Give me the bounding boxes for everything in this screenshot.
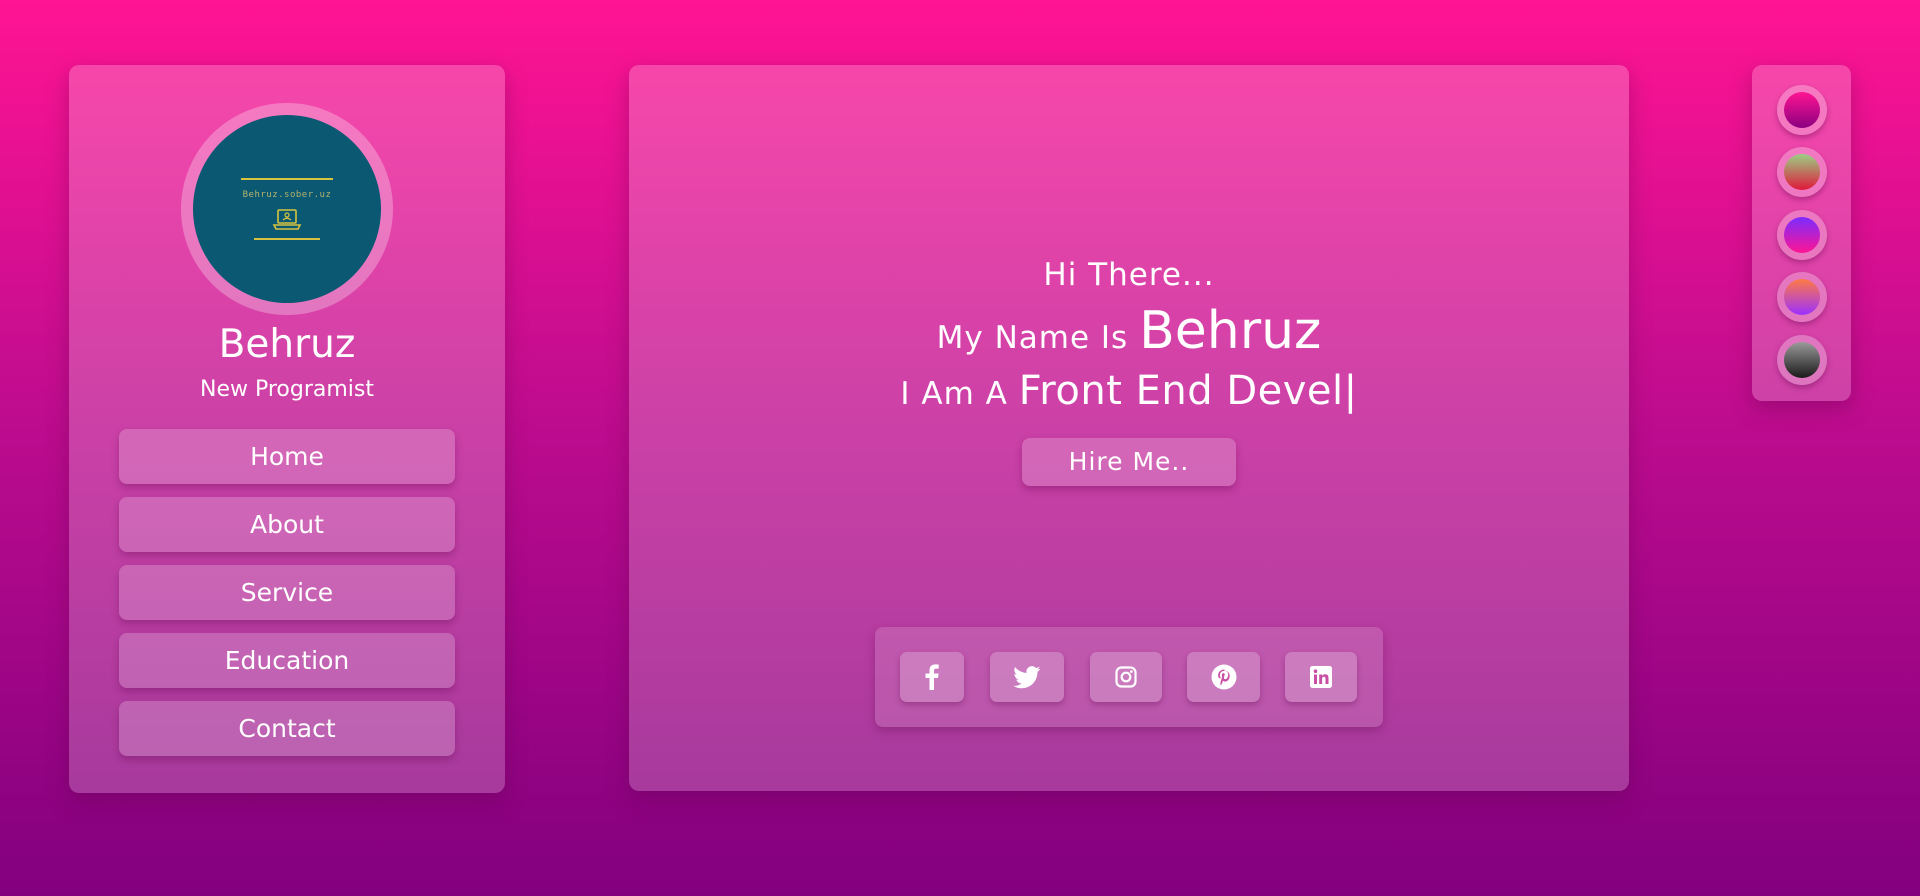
nav-about-button[interactable]: About: [119, 497, 455, 552]
hero-section: Hi There... My Name Is Behruz I Am A Fro…: [629, 65, 1629, 791]
profile-role: New Programist: [199, 377, 374, 402]
hero-name-line: My Name Is Behruz: [629, 301, 1629, 361]
hero-name: Behruz: [1139, 301, 1322, 361]
theme-swatch-green-red[interactable]: [1777, 147, 1827, 197]
laptop-icon: [272, 209, 302, 230]
twitter-icon: [1013, 665, 1041, 688]
theme-dot: [1784, 217, 1820, 253]
facebook-link[interactable]: [900, 652, 964, 702]
instagram-link[interactable]: [1090, 652, 1162, 702]
theme-swatch-gray[interactable]: [1777, 335, 1827, 385]
avatar-domain-text: Behruz.sober.uz: [242, 190, 332, 200]
facebook-icon: [925, 664, 939, 690]
hero-role-line: I Am A Front End Devel|: [629, 368, 1629, 414]
theme-swatch-orange-purple[interactable]: [1777, 272, 1827, 322]
nav-contact-button[interactable]: Contact: [119, 701, 455, 756]
pinterest-link[interactable]: [1187, 652, 1260, 702]
twitter-link[interactable]: [990, 652, 1064, 702]
hero-role-typed: Front End Devel|: [1018, 368, 1358, 414]
avatar-divider-bottom: [254, 238, 320, 240]
theme-dot: [1784, 279, 1820, 315]
profile-card: Behruz.sober.uz Behruz New Programist Ho…: [69, 65, 505, 793]
hero-name-prefix: My Name Is: [936, 320, 1129, 356]
hero-greeting: Hi There...: [1043, 257, 1215, 293]
nav-service-button[interactable]: Service: [119, 565, 455, 620]
nav-home-button[interactable]: Home: [119, 429, 455, 484]
nav-education-button[interactable]: Education: [119, 633, 455, 688]
avatar: Behruz.sober.uz: [181, 103, 393, 315]
avatar-image: Behruz.sober.uz: [193, 115, 381, 303]
main-nav: Home About Service Education Contact: [119, 429, 455, 769]
theme-switcher: [1752, 65, 1851, 401]
theme-dot: [1784, 154, 1820, 190]
linkedin-icon: [1310, 666, 1332, 688]
instagram-icon: [1115, 666, 1137, 688]
hero-role-prefix: I Am A: [900, 376, 1008, 412]
avatar-divider-top: [241, 178, 333, 180]
theme-dot: [1784, 342, 1820, 378]
social-links: [875, 627, 1383, 727]
hire-me-button[interactable]: Hire Me..: [1022, 438, 1236, 486]
theme-swatch-pink[interactable]: [1777, 85, 1827, 135]
linkedin-link[interactable]: [1285, 652, 1357, 702]
pinterest-icon: [1211, 664, 1236, 690]
profile-name: Behruz: [218, 322, 356, 367]
theme-swatch-violet-pink[interactable]: [1777, 210, 1827, 260]
theme-dot: [1784, 92, 1820, 128]
